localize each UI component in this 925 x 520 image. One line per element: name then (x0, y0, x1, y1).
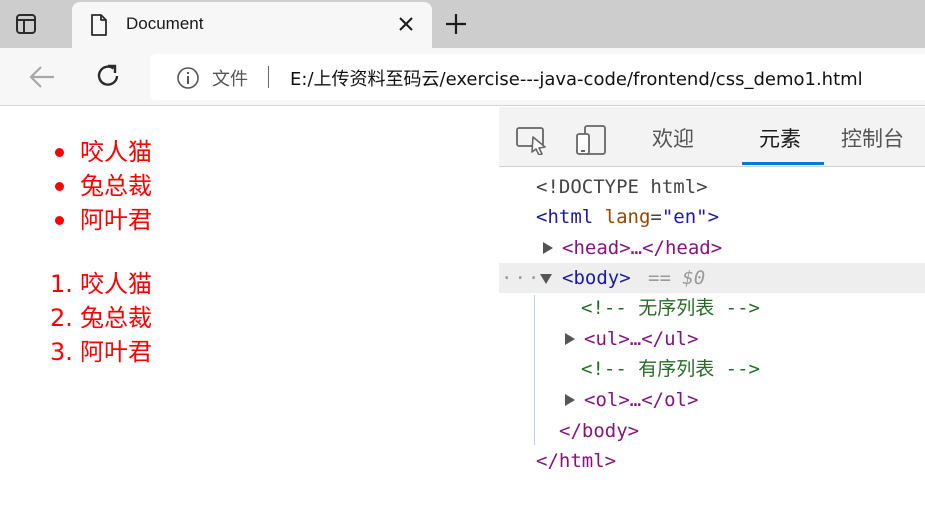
dom-node-body-selected[interactable]: ··· <body> == $0 (499, 263, 925, 293)
tab-strip: Document (0, 0, 925, 48)
number-marker: 1. (50, 270, 73, 298)
document-icon (91, 14, 107, 36)
dom-node-html[interactable]: <html lang="en"> (499, 202, 925, 232)
list-item: 3. 阿叶君 (50, 335, 152, 369)
dom-node-html-close[interactable]: </html> (499, 446, 925, 476)
list-item: 2. 兔总裁 (50, 301, 152, 335)
tab-welcome[interactable]: 欢迎 (652, 123, 694, 153)
more-dots-icon[interactable]: ··· (501, 263, 541, 293)
reload-icon[interactable] (94, 62, 122, 90)
expand-triangle-icon[interactable] (543, 242, 553, 254)
tab-document[interactable]: Document (72, 2, 432, 48)
new-tab-icon[interactable] (444, 12, 468, 36)
inspect-element-icon[interactable] (515, 125, 549, 155)
list-item: 咬人猫 (50, 135, 152, 169)
devtools-panel: 欢迎 元素 控制台 <!DOCTYPE html> <html lang="en… (499, 107, 925, 520)
dom-node-ul[interactable]: <ul>…</ul> (499, 324, 925, 354)
tab-elements[interactable]: 元素 (759, 123, 801, 153)
bullet-marker (55, 181, 64, 191)
number-marker: 3. (50, 338, 73, 366)
dom-node-body-close[interactable]: </body> (499, 416, 925, 446)
expand-triangle-icon[interactable] (565, 333, 575, 345)
devtools-tab-bar: 欢迎 元素 控制台 (499, 107, 925, 167)
unordered-list: 咬人猫 兔总裁 阿叶君 (50, 135, 152, 237)
list-item: 1. 咬人猫 (50, 267, 152, 301)
address-bar[interactable]: 文件 E:/上传资料至码云/exercise---java-code/front… (150, 54, 925, 100)
expand-triangle-icon[interactable] (565, 394, 575, 406)
back-arrow-icon[interactable] (28, 64, 56, 90)
url-text[interactable]: E:/上传资料至码云/exercise---java-code/frontend… (290, 65, 863, 91)
dom-node-comment-ol[interactable]: <!-- 有序列表 --> (499, 354, 925, 384)
dom-node-doctype[interactable]: <!DOCTYPE html> (499, 172, 925, 202)
dom-node-head[interactable]: <head>…</head> (499, 233, 925, 263)
ordered-list: 1. 咬人猫 2. 兔总裁 3. 阿叶君 (50, 267, 152, 369)
close-tab-icon[interactable] (396, 14, 416, 34)
bullet-marker (55, 215, 64, 225)
tab-title: Document (126, 14, 204, 33)
list-item: 兔总裁 (50, 169, 152, 203)
tree-indent-guide (534, 295, 535, 445)
info-icon[interactable] (176, 66, 200, 90)
dom-node-ol[interactable]: <ol>…</ol> (499, 385, 925, 415)
number-marker: 2. (50, 304, 73, 332)
dom-node-comment-ul[interactable]: <!-- 无序列表 --> (499, 293, 925, 323)
browser-toolbar: 文件 E:/上传资料至码云/exercise---java-code/front… (0, 48, 925, 106)
page-content: 咬人猫 兔总裁 阿叶君 1. 咬人猫 2. 兔总裁 3. 阿叶君 (0, 107, 498, 520)
address-scheme-label: 文件 (212, 69, 248, 90)
device-emulation-icon[interactable] (575, 125, 609, 155)
tab-actions-icon[interactable] (14, 12, 38, 36)
collapse-triangle-icon[interactable] (540, 274, 552, 284)
bullet-marker (55, 147, 64, 157)
address-separator (268, 66, 269, 88)
tab-console[interactable]: 控制台 (841, 123, 904, 153)
active-tab-indicator (742, 162, 824, 165)
list-item: 阿叶君 (50, 203, 152, 237)
